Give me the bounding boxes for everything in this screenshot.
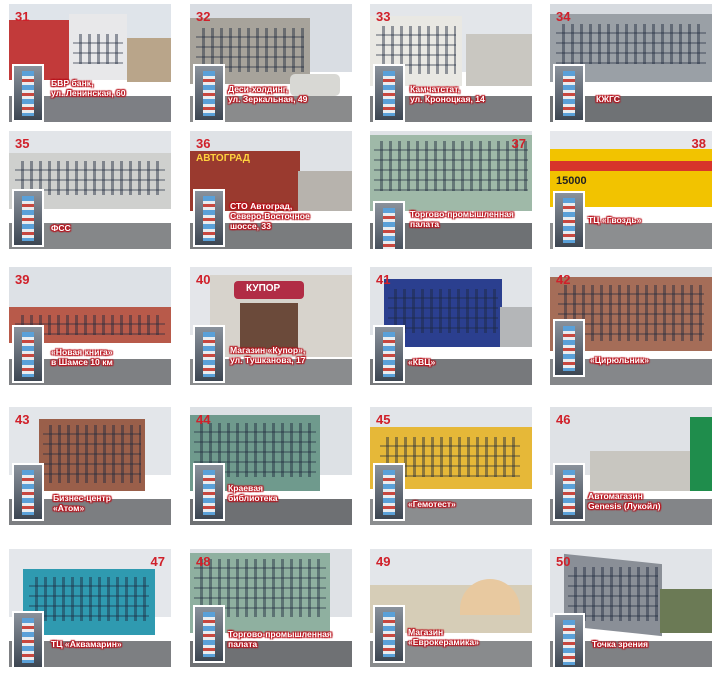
- rack-photo-inset: [373, 605, 405, 663]
- tile-caption: Камчатстат, ул. Кроноцкая, 14: [410, 84, 485, 104]
- photo-tile-40: КУПОР 40 Магазин «Купор», ул. Тушканова,…: [190, 267, 352, 385]
- tile-number: 40: [196, 272, 211, 287]
- photo-tile-49: 49 Магазин «Еврокерамика»: [370, 549, 532, 667]
- photo-tile-38: 15000 38 ТЦ «Гвоздь»: [550, 131, 712, 249]
- tile-number: 38: [691, 136, 706, 151]
- photo-tile-39: 39 «Новая книга» в Шамсе 10 км: [9, 267, 171, 385]
- rack-photo-inset: [553, 191, 585, 249]
- photo-tile-41: 41 «КВЦ»: [370, 267, 532, 385]
- tile-number: 31: [15, 9, 30, 24]
- tile-number: 47: [150, 554, 165, 569]
- rack-photo-inset: [553, 613, 585, 667]
- tile-number: 44: [196, 412, 211, 427]
- tile-caption: Магазин «Еврокерамика»: [408, 627, 479, 647]
- tile-number: 34: [556, 9, 571, 24]
- tile-caption: Бизнес-центр «Атом»: [53, 493, 111, 513]
- rack-photo-inset: [373, 201, 405, 249]
- tile-caption: ТЦ «Гвоздь»: [588, 215, 642, 225]
- tile-caption: «Цирюльник»: [590, 355, 650, 365]
- rack-photo-inset: [373, 325, 405, 383]
- tile-caption: Торгово-промышленная палата: [410, 209, 514, 229]
- tile-caption: Точка зрения: [592, 639, 648, 649]
- tile-caption: ТЦ «Аквамарин»: [51, 639, 122, 649]
- tile-caption: «КВЦ»: [408, 357, 436, 367]
- tile-caption: СТО Автоград, Северо-Восточное шоссе, 33: [230, 201, 310, 231]
- photo-tile-47: 47 ТЦ «Аквамарин»: [9, 549, 171, 667]
- photo-tile-33: 33 Камчатстат, ул. Кроноцкая, 14: [370, 4, 532, 122]
- photo-tile-31: 31 БВР банк, ул. Ленинская, 60: [9, 4, 171, 122]
- shop-sign: АВТОГРАД: [196, 153, 250, 164]
- tile-number: 46: [556, 412, 571, 427]
- tile-number: 43: [15, 412, 30, 427]
- photo-tile-43: 43 Бизнес-центр «Атом»: [9, 407, 171, 525]
- rack-photo-inset: [373, 463, 405, 521]
- rack-photo-inset: [373, 64, 405, 122]
- tile-caption: «Новая книга» в Шамсе 10 км: [51, 347, 113, 367]
- tile-number: 37: [511, 136, 526, 151]
- rack-photo-inset: [553, 64, 585, 122]
- tile-number: 42: [556, 272, 571, 287]
- tile-number: 48: [196, 554, 211, 569]
- photo-tile-37: 37 Торгово-промышленная палата: [370, 131, 532, 249]
- tile-number: 35: [15, 136, 30, 151]
- photo-tile-36: АВТОГРАД 36 СТО Автоград, Северо-Восточн…: [190, 131, 352, 249]
- tile-number: 33: [376, 9, 391, 24]
- shop-sign: КУПОР: [246, 283, 281, 294]
- rack-photo-inset: [193, 64, 225, 122]
- photo-tile-35: 35 ФСС: [9, 131, 171, 249]
- tile-number: 49: [376, 554, 391, 569]
- tile-caption: Деси-холдинг, ул. Зеркальная, 49: [228, 84, 308, 104]
- tile-caption: БВР банк, ул. Ленинская, 60: [51, 78, 126, 98]
- tile-caption: Краевая библиотека: [228, 483, 278, 503]
- tile-caption: КЖГС: [596, 94, 620, 104]
- tile-number: 41: [376, 272, 391, 287]
- rack-photo-inset: [12, 463, 44, 521]
- rack-photo-inset: [193, 325, 225, 383]
- rack-photo-inset: [12, 325, 44, 383]
- photo-tile-46: 46 Автомагазин Genesis (Лукойл): [550, 407, 712, 525]
- rack-photo-inset: [193, 463, 225, 521]
- rack-photo-inset: [553, 463, 585, 521]
- tile-caption: «Гемотест»: [408, 499, 456, 509]
- photo-tile-44: 44 Краевая библиотека: [190, 407, 352, 525]
- tile-number: 32: [196, 9, 211, 24]
- tile-number: 39: [15, 272, 30, 287]
- tile-number: 45: [376, 412, 391, 427]
- rack-photo-inset: [193, 605, 225, 663]
- shop-sign: 15000: [556, 175, 587, 187]
- tile-number: 36: [196, 136, 211, 151]
- tile-caption: Торгово-промышленная палата: [228, 629, 332, 649]
- photo-tile-32: 32 Деси-холдинг, ул. Зеркальная, 49: [190, 4, 352, 122]
- rack-photo-inset: [12, 189, 44, 247]
- photo-tile-50: 50 Точка зрения: [550, 549, 712, 667]
- tile-caption: ФСС: [51, 223, 71, 233]
- photo-tile-45: 45 «Гемотест»: [370, 407, 532, 525]
- rack-photo-inset: [553, 319, 585, 377]
- tile-caption: Магазин «Купор», ул. Тушканова, 17: [230, 345, 306, 365]
- photo-tile-34: 34 КЖГС: [550, 4, 712, 122]
- photo-tile-42: 42 «Цирюльник»: [550, 267, 712, 385]
- rack-photo-inset: [193, 189, 225, 247]
- photo-tile-48: 48 Торгово-промышленная палата: [190, 549, 352, 667]
- rack-photo-inset: [12, 611, 44, 667]
- tile-number: 50: [556, 554, 571, 569]
- rack-photo-inset: [12, 64, 44, 122]
- tile-caption: Автомагазин Genesis (Лукойл): [588, 491, 661, 511]
